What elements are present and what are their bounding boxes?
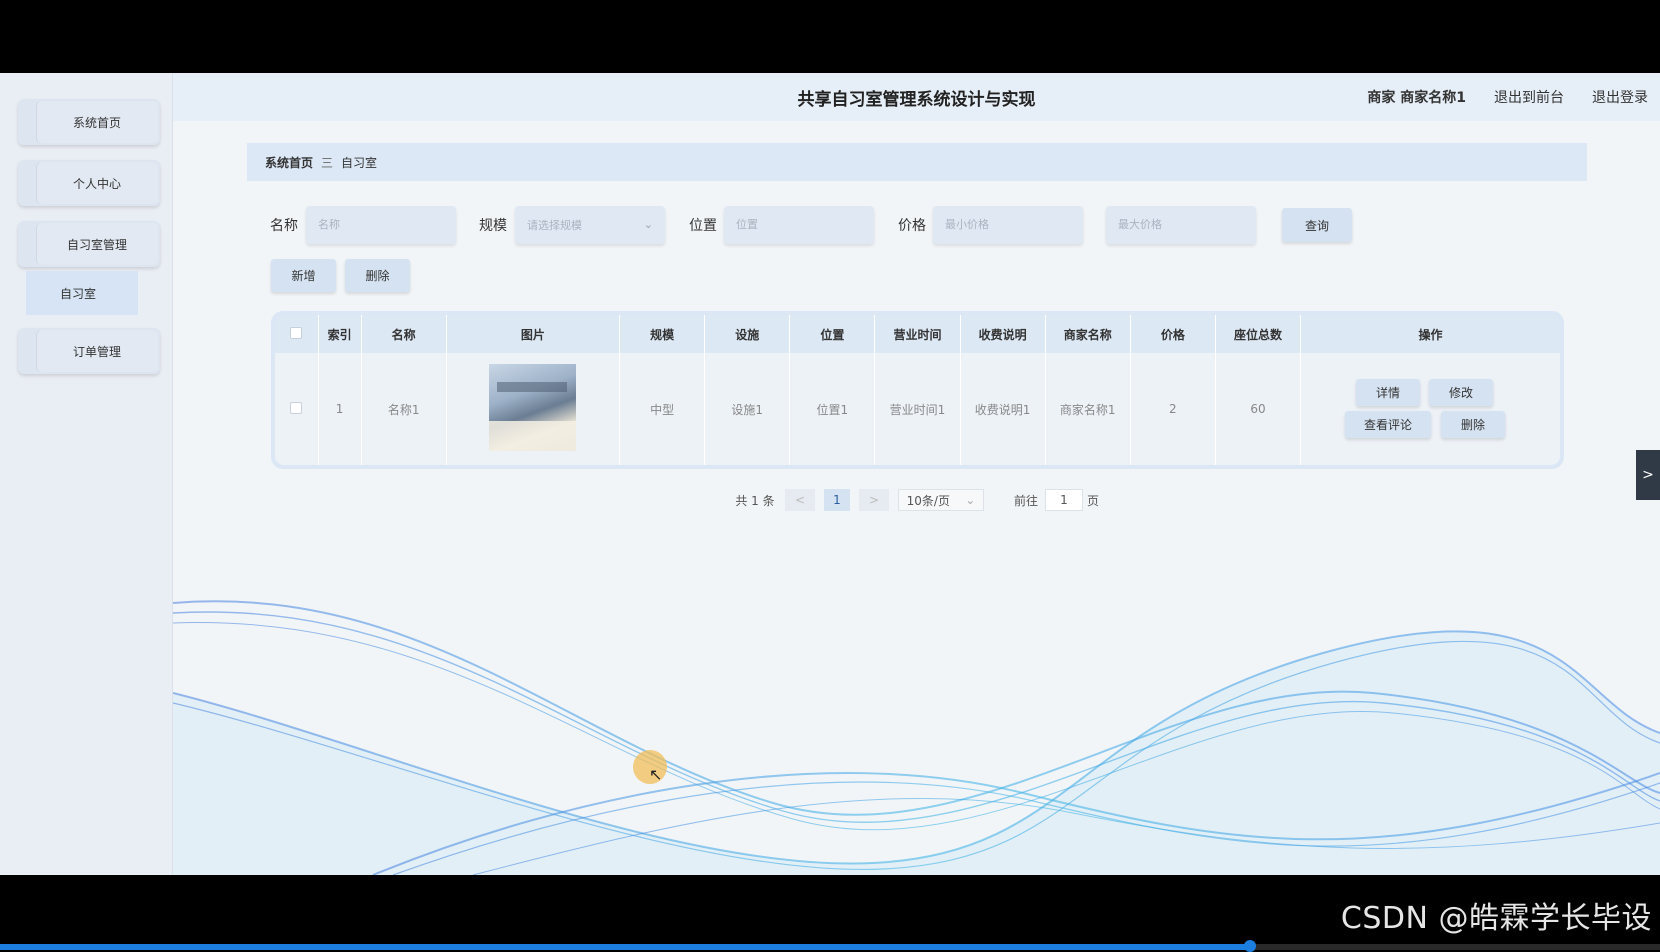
delete-button[interactable]: 删除	[345, 259, 410, 292]
header-links: 商家 商家名称1 退出到前台 退出登录	[1367, 87, 1648, 107]
mouse-pointer-icon: ↖	[649, 765, 663, 784]
sidebar-item-order-management[interactable]: 订单管理	[18, 328, 160, 374]
row-select-cell[interactable]	[275, 353, 319, 465]
scale-search-label: 规模	[479, 218, 507, 234]
page-size-select[interactable]: 10条/页 ⌄	[898, 489, 984, 511]
cell-name: 名称1	[361, 353, 447, 465]
scale-select-placeholder: 请选择规模	[527, 219, 582, 232]
study-room-thumbnail	[489, 364, 577, 451]
column-header: 规模	[619, 315, 706, 353]
page-number-current[interactable]: 1	[824, 489, 850, 511]
sidebar-item-study-room-management[interactable]: 自习室管理	[18, 221, 160, 267]
sidebar-item-label: 系统首页	[36, 101, 158, 143]
side-drawer-toggle[interactable]: >	[1636, 450, 1660, 500]
column-header: 价格	[1130, 315, 1216, 353]
column-header: 座位总数	[1215, 315, 1302, 353]
cell-hours: 营业时间1	[874, 353, 961, 465]
cell-scale: 中型	[619, 353, 706, 465]
price-search-label: 价格	[898, 218, 926, 234]
column-header: 收费说明	[960, 315, 1046, 353]
select-all-cell[interactable]	[275, 315, 319, 353]
current-user-label: 商家 商家名称1	[1367, 90, 1466, 106]
query-button[interactable]: 查询	[1282, 208, 1352, 242]
edit-button[interactable]: 修改	[1429, 379, 1494, 406]
goto-label: 前往	[1013, 493, 1038, 508]
chevron-down-icon: ⌄	[965, 493, 976, 507]
sidebar-item-profile[interactable]: 个人中心	[18, 160, 160, 206]
page-unit-label: 页	[1086, 493, 1099, 508]
table-row: 1 名称1 中型 设施1 位置1 营业时间1 收费说明1 商家名称1 2 60 …	[275, 353, 1560, 465]
sidebar-item-label: 自习室管理	[36, 223, 158, 265]
goto-page-input[interactable]: 1	[1045, 489, 1083, 511]
sidebar-item-home[interactable]: 系统首页	[18, 99, 160, 145]
prev-page-button[interactable]: <	[785, 489, 815, 511]
scale-select[interactable]: 请选择规模 ⌄	[515, 206, 665, 244]
video-progress-bar[interactable]	[0, 940, 1660, 952]
breadcrumb: 系统首页 三 自习室	[247, 143, 1587, 181]
logout-link[interactable]: 退出登录	[1592, 87, 1648, 107]
cell-location: 位置1	[789, 353, 876, 465]
decorative-wave-background	[173, 600, 1660, 875]
sidebar: 系统首页 个人中心 自习室管理 自习室 订单管理	[0, 73, 173, 875]
video-progress-fill	[0, 944, 1250, 950]
column-header: 图片	[446, 315, 621, 353]
name-search-input[interactable]	[306, 206, 456, 244]
column-header: 商家名称	[1045, 315, 1131, 353]
view-reviews-button[interactable]: 查看评论	[1345, 411, 1432, 438]
breadcrumb-current: 自习室	[341, 155, 378, 170]
min-price-input[interactable]	[933, 206, 1083, 244]
cell-seats: 60	[1215, 353, 1302, 465]
max-price-input[interactable]	[1106, 206, 1256, 244]
name-search-label: 名称	[270, 218, 298, 234]
column-header: 操作	[1300, 315, 1560, 353]
column-header: 位置	[789, 315, 876, 353]
next-page-button[interactable]: >	[859, 489, 889, 511]
cell-image	[446, 353, 621, 465]
column-header: 索引	[318, 315, 362, 353]
data-table: 索引 名称 图片 规模 设施 位置 营业时间 收费说明 商家名称 价格 座位总数…	[271, 311, 1564, 469]
cell-index: 1	[318, 353, 362, 465]
chevron-down-icon: ⌄	[643, 218, 653, 231]
breadcrumb-home[interactable]: 系统首页	[265, 154, 313, 171]
column-header: 营业时间	[874, 315, 961, 353]
row-delete-button[interactable]: 删除	[1441, 411, 1506, 438]
detail-button[interactable]: 详情	[1356, 379, 1421, 406]
pagination-total: 共 1 条	[735, 493, 775, 508]
table-header-row: 索引 名称 图片 规模 设施 位置 营业时间 收费说明 商家名称 价格 座位总数…	[275, 315, 1560, 353]
select-all-checkbox[interactable]	[290, 326, 303, 339]
app-window: 系统首页 个人中心 自习室管理 自习室 订单管理 共享自习室管理系统设计与实现 …	[0, 73, 1660, 875]
sidebar-subitem-study-room[interactable]: 自习室	[26, 271, 138, 315]
data-table-body: 索引 名称 图片 规模 设施 位置 营业时间 收费说明 商家名称 价格 座位总数…	[275, 315, 1560, 465]
video-progress-handle[interactable]	[1243, 940, 1256, 952]
location-search-label: 位置	[689, 218, 717, 234]
cell-operations: 详情 修改 查看评论 删除	[1300, 353, 1560, 465]
study-room-table: 索引 名称 图片 规模 设施 位置 营业时间 收费说明 商家名称 价格 座位总数…	[275, 315, 1560, 465]
location-search-input[interactable]	[724, 206, 874, 244]
column-header: 设施	[704, 315, 791, 353]
cell-price: 2	[1130, 353, 1216, 465]
watermark-text: CSDN @皓霖学长毕设	[1340, 901, 1652, 936]
cell-facility: 设施1	[704, 353, 791, 465]
row-checkbox[interactable]	[290, 401, 303, 414]
add-button[interactable]: 新增	[271, 259, 336, 292]
top-header: 共享自习室管理系统设计与实现 商家 商家名称1 退出到前台 退出登录	[173, 73, 1660, 121]
back-to-front-link[interactable]: 退出到前台	[1494, 87, 1564, 107]
sidebar-item-label: 订单管理	[36, 330, 158, 372]
breadcrumb-separator: 三	[321, 155, 334, 170]
page-size-value: 10条/页	[906, 493, 950, 508]
video-letterbox-top	[0, 0, 1660, 73]
column-header: 名称	[361, 315, 447, 353]
cell-merchant: 商家名称1	[1045, 353, 1131, 465]
sidebar-item-label: 个人中心	[36, 162, 158, 204]
cell-fee-note: 收费说明1	[960, 353, 1046, 465]
